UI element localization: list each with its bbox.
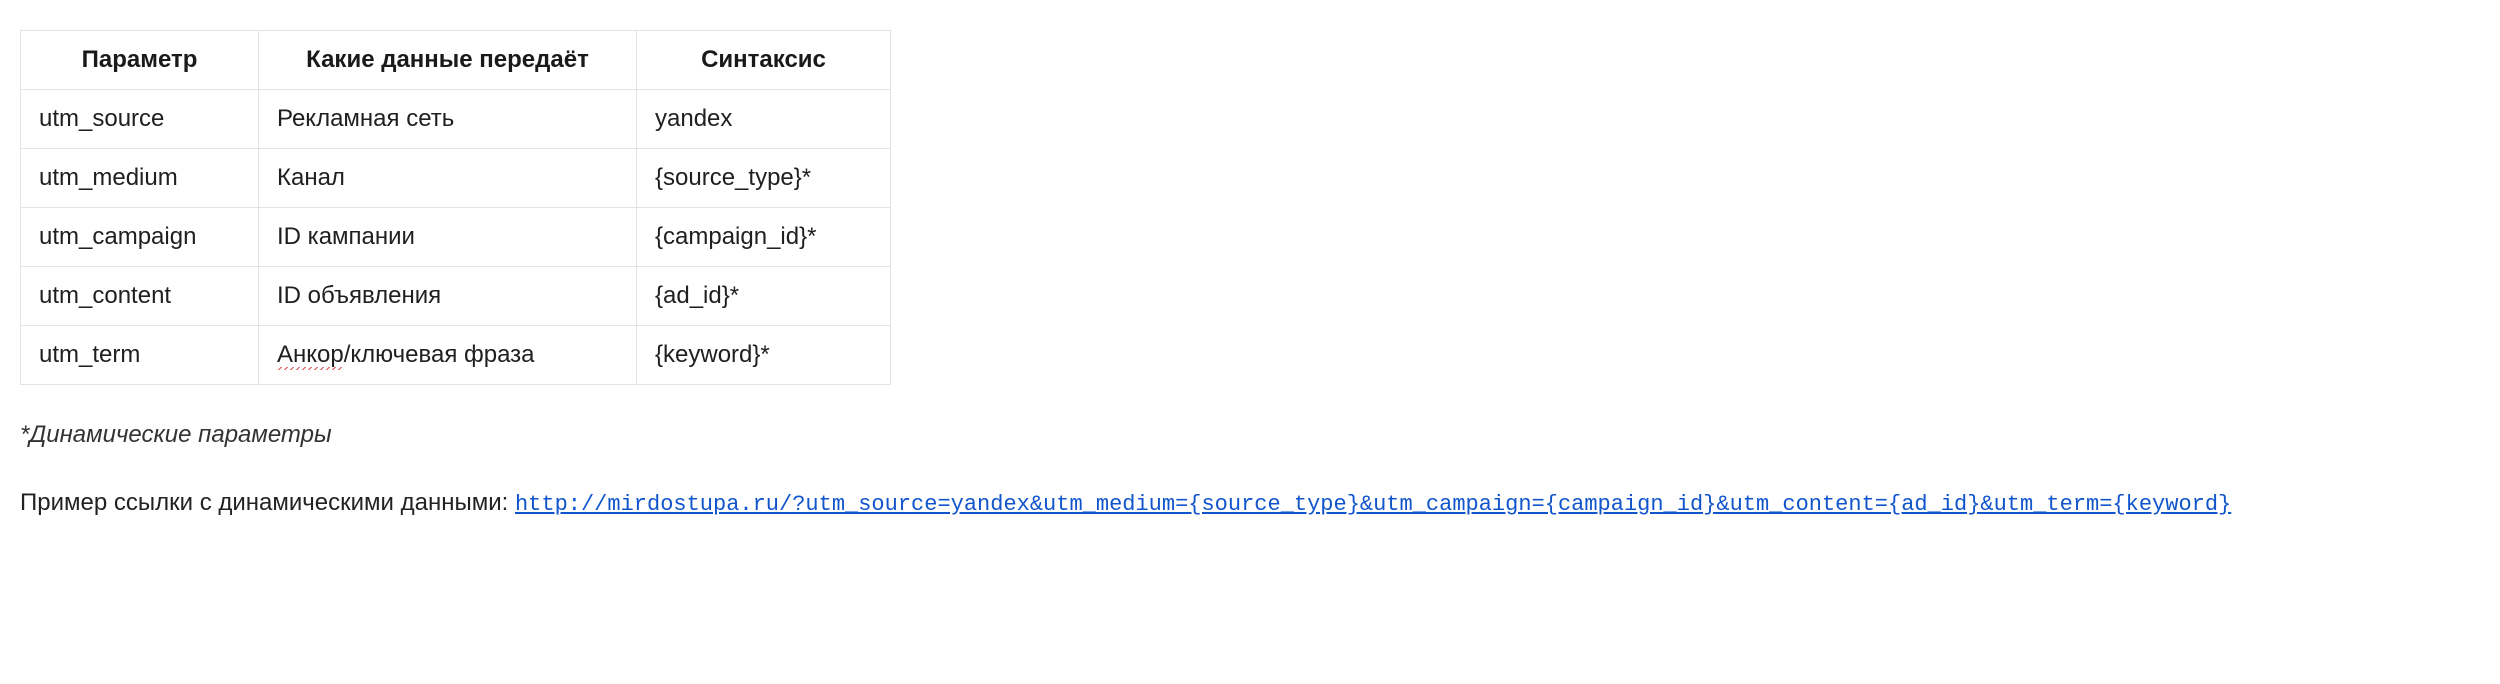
cell-param: utm_medium [21, 149, 259, 208]
table-row: utm_content ID объявления {ad_id}* [21, 267, 891, 326]
utm-table: Параметр Какие данные передаёт Синтаксис… [20, 30, 891, 385]
example-line: Пример ссылки с динамическими данными: h… [20, 489, 2480, 517]
header-data: Какие данные передаёт [259, 31, 637, 90]
cell-data: Рекламная сеть [259, 90, 637, 149]
header-param: Параметр [21, 31, 259, 90]
page: Параметр Какие данные передаёт Синтаксис… [0, 0, 2500, 684]
cell-syntax: {keyword}* [637, 326, 891, 385]
example-link[interactable]: http://mirdostupa.ru/?utm_source=yandex&… [515, 492, 2231, 517]
cell-param: utm_source [21, 90, 259, 149]
example-prefix: Пример ссылки с динамическими данными: [20, 489, 515, 516]
header-syntax: Синтаксис [637, 31, 891, 90]
cell-data-post: ID кампании [277, 223, 415, 250]
table-row: utm_source Рекламная сеть yandex [21, 90, 891, 149]
cell-param: utm_content [21, 267, 259, 326]
cell-data: Анкор/ключевая фраза [259, 326, 637, 385]
cell-syntax: {source_type}* [637, 149, 891, 208]
table-row: utm_term Анкор/ключевая фраза {keyword}* [21, 326, 891, 385]
cell-syntax: {campaign_id}* [637, 208, 891, 267]
cell-data-post: /ключевая фраза [344, 341, 535, 368]
footnote: *Динамические параметры [20, 421, 2480, 449]
cell-data-post: ID объявления [277, 282, 441, 309]
cell-param: utm_campaign [21, 208, 259, 267]
cell-data-post: Канал [277, 164, 345, 191]
cell-data-post: Рекламная сеть [277, 105, 454, 132]
cell-syntax: {ad_id}* [637, 267, 891, 326]
cell-data: ID кампании [259, 208, 637, 267]
cell-data-spell: Анкор [277, 341, 344, 370]
cell-data: ID объявления [259, 267, 637, 326]
cell-param: utm_term [21, 326, 259, 385]
table-header-row: Параметр Какие данные передаёт Синтаксис [21, 31, 891, 90]
table-row: utm_medium Канал {source_type}* [21, 149, 891, 208]
table-row: utm_campaign ID кампании {campaign_id}* [21, 208, 891, 267]
cell-data: Канал [259, 149, 637, 208]
cell-syntax: yandex [637, 90, 891, 149]
